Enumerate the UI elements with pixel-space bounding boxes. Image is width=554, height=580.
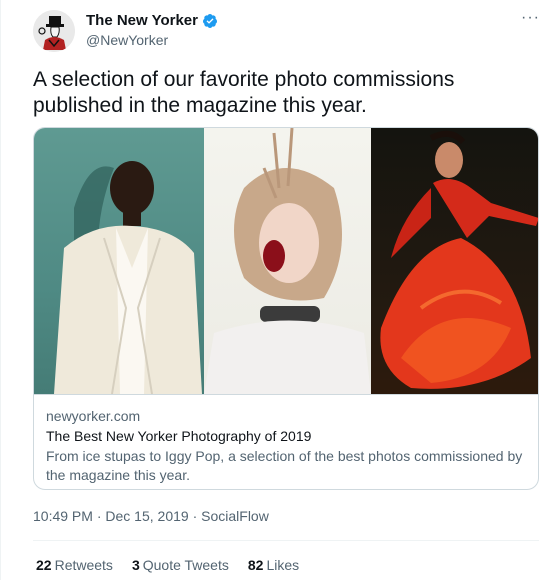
quote-tweets-stat[interactable]: 3 Quote Tweets [132,557,229,573]
avatar[interactable] [33,10,75,52]
card-domain: newyorker.com [46,408,141,424]
likes-label: Likes [266,557,300,573]
meta-separator: · [188,508,202,524]
link-card[interactable]: newyorker.com The Best New Yorker Photog… [33,127,539,490]
tweet-text: A selection of our favorite photo commis… [33,68,455,117]
card-images [34,128,538,394]
eustace-tilley-logo [33,10,75,52]
name-row: The New Yorker [86,12,218,29]
more-icon[interactable]: ··· [521,10,540,26]
verified-badge-icon [202,13,217,28]
meta-separator: · [92,508,106,524]
divider [33,540,539,541]
tweet-header: The New Yorker @NewYorker ··· [33,10,540,54]
tweet-meta: 10:49 PM · Dec 15, 2019 · SocialFlow [33,508,269,524]
tweet-time[interactable]: 10:49 PM [33,508,93,524]
engagement-stats: 22 Retweets 3 Quote Tweets 82 Likes [36,557,299,573]
handle[interactable]: @NewYorker [86,32,168,48]
display-name[interactable]: The New Yorker [86,12,198,29]
card-photo-dancer [371,128,538,394]
likes-stat[interactable]: 82 Likes [248,557,299,573]
quote-tweets-label: Quote Tweets [142,557,229,573]
quote-tweets-count: 3 [131,557,140,573]
card-photo-portrait [34,128,204,394]
retweets-count: 22 [36,557,52,573]
card-info: newyorker.com The Best New Yorker Photog… [34,394,538,489]
retweets-stat[interactable]: 22 Retweets [36,557,113,573]
tweet-source[interactable]: SocialFlow [201,508,269,524]
tweet: The New Yorker @NewYorker ··· A selectio… [0,0,554,580]
card-title: The Best New Yorker Photography of 2019 [46,428,312,444]
likes-count: 82 [247,557,264,573]
card-description: From ice stupas to Iggy Pop, a selection… [46,448,523,483]
tweet-date[interactable]: Dec 15, 2019 [105,508,188,524]
card-photo-hair [204,128,371,394]
retweets-label: Retweets [54,557,113,573]
